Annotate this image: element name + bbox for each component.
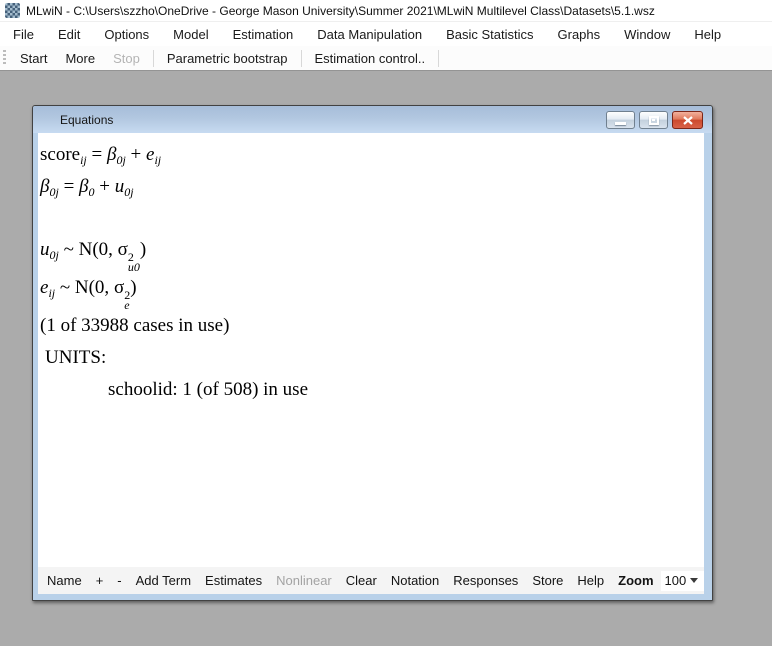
beta0-term[interactable]: β: [79, 176, 88, 197]
estimates-button[interactable]: Estimates: [198, 570, 269, 591]
nonlinear-button: Nonlinear: [269, 570, 339, 591]
cases-in-use-line: (1 of 33988 cases in use): [40, 310, 704, 342]
toolbar-separator: [301, 50, 302, 67]
name-button[interactable]: Name: [40, 570, 89, 591]
menubar: File Edit Options Model Estimation Data …: [0, 22, 772, 46]
plus-button[interactable]: +: [89, 570, 111, 591]
equations-bottom-toolbar: Name + - Add Term Estimates Nonlinear Cl…: [38, 567, 704, 594]
zoom-label: Zoom: [611, 570, 656, 591]
equations-window-title: Equations: [33, 113, 113, 127]
toolbar-separator: [153, 50, 154, 67]
start-button[interactable]: Start: [11, 48, 56, 69]
menu-item-model[interactable]: Model: [161, 24, 220, 45]
more-button[interactable]: More: [56, 48, 104, 69]
zoom-value: 100: [665, 573, 687, 588]
notation-button[interactable]: Notation: [384, 570, 446, 591]
level1-distribution-line[interactable]: eij ~ N(0, σ2e): [40, 272, 704, 310]
menu-item-window[interactable]: Window: [612, 24, 682, 45]
clear-button[interactable]: Clear: [339, 570, 384, 591]
minimize-button[interactable]: [606, 111, 635, 129]
app-title: MLwiN - C:\Users\szzho\OneDrive - George…: [26, 4, 655, 18]
restore-icon: [649, 116, 659, 125]
menu-item-estimation[interactable]: Estimation: [221, 24, 306, 45]
menu-item-graphs[interactable]: Graphs: [546, 24, 613, 45]
minimize-icon: [615, 122, 626, 125]
app-titlebar[interactable]: MLwiN - C:\Users\szzho\OneDrive - George…: [0, 0, 772, 22]
menu-item-edit[interactable]: Edit: [46, 24, 92, 45]
toolbar-separator: [438, 50, 439, 67]
menu-item-file[interactable]: File: [1, 24, 46, 45]
restore-button[interactable]: [639, 111, 668, 129]
equations-content: scoreij = β0j + eij β0j = β0 + u0j u0j ~…: [38, 133, 704, 594]
units-schoolid-line: schoolid: 1 (of 508) in use: [40, 374, 704, 406]
estimation-control-button[interactable]: Estimation control..: [306, 48, 435, 69]
chevron-down-icon: [690, 578, 698, 583]
store-button[interactable]: Store: [525, 570, 570, 591]
mlwin-app-icon: [5, 3, 20, 18]
equation-intercept-line[interactable]: β0j = β0 + u0j: [40, 171, 704, 203]
menu-item-data-manipulation[interactable]: Data Manipulation: [305, 24, 434, 45]
close-icon: [683, 116, 693, 125]
toolbar: Start More Stop Parametric bootstrap Est…: [0, 46, 772, 71]
level2-distribution-line[interactable]: u0j ~ N(0, σ2u0): [40, 234, 704, 272]
toolbar-grip-handle[interactable]: [3, 50, 6, 66]
zoom-combobox[interactable]: 100: [661, 571, 704, 591]
units-label: UNITS:: [40, 342, 704, 374]
minus-button[interactable]: -: [110, 570, 128, 591]
responses-button[interactable]: Responses: [446, 570, 525, 591]
stop-button: Stop: [104, 48, 149, 69]
menu-item-options[interactable]: Options: [92, 24, 161, 45]
sigma2-u0-term[interactable]: 2u0: [128, 252, 140, 272]
u0j-term[interactable]: u: [115, 176, 125, 197]
menu-item-help[interactable]: Help: [682, 24, 733, 45]
close-button[interactable]: [672, 111, 703, 129]
add-term-button[interactable]: Add Term: [129, 570, 198, 591]
parametric-bootstrap-button[interactable]: Parametric bootstrap: [158, 48, 297, 69]
app-header: MLwiN - C:\Users\szzho\OneDrive - George…: [0, 0, 772, 71]
menu-item-basic-statistics[interactable]: Basic Statistics: [434, 24, 545, 45]
equations-window: Equations scoreij = β0j + eij β0j = β0 +…: [32, 105, 713, 601]
window-controls: [606, 111, 703, 129]
equation-response-line[interactable]: scoreij = β0j + eij: [40, 139, 704, 171]
help-button[interactable]: Help: [570, 570, 611, 591]
